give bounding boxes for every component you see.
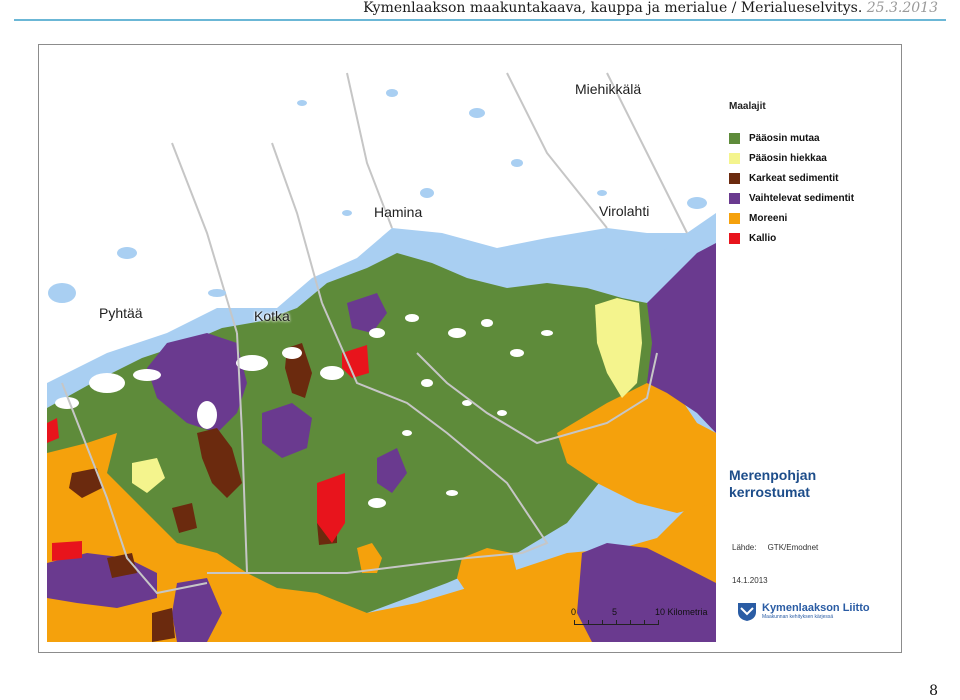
scale-tick bbox=[574, 620, 575, 625]
place-label-kotka: Kotka bbox=[254, 308, 290, 324]
legend-title: Maalajit bbox=[729, 101, 766, 112]
legend-swatch-varied bbox=[729, 192, 740, 204]
legend-swatch-sand bbox=[729, 152, 740, 164]
place-label-hamina: Hamina bbox=[374, 204, 423, 220]
map-title: Merenpohjan kerrostumat bbox=[729, 467, 816, 501]
bedrock-zone bbox=[52, 541, 82, 561]
data-source: Lähde: GTK/Emodnet bbox=[732, 543, 819, 552]
legend-item-bedrock: Kallio bbox=[729, 228, 889, 248]
kymenlaakson-liitto-logo: Kymenlaakson Liitto Maakunnan kehityksen… bbox=[736, 598, 876, 624]
scale-tick bbox=[630, 620, 631, 625]
page-number: 8 bbox=[929, 683, 938, 699]
place-label-miehikkala: Miehikkälä bbox=[575, 81, 642, 97]
legend-label-sand: Pääosin hiekkaa bbox=[749, 152, 827, 164]
coarse-sediments-zone bbox=[152, 608, 175, 642]
legend-label-mud: Pääosin mutaa bbox=[749, 132, 820, 144]
scale-tick bbox=[658, 620, 659, 625]
place-label-virolahti: Virolahti bbox=[599, 203, 650, 219]
map-title-line2: kerrostumat bbox=[729, 484, 810, 500]
page-header: Kymenlaakson maakuntakaava, kauppa ja me… bbox=[0, 0, 960, 22]
scale-bar: 0 5 10 Kilometria bbox=[571, 607, 719, 631]
document-title-text: Kymenlaakson maakuntakaava, kauppa ja me… bbox=[363, 0, 863, 16]
scale-label-10: 10 Kilometria bbox=[655, 607, 708, 617]
header-rule bbox=[14, 19, 946, 21]
place-label-pyhtaa: Pyhtää bbox=[99, 305, 143, 321]
map-legend: Maalajit Pääosin mutaa Pääosin hiekkaa K… bbox=[729, 101, 889, 248]
logo-tagline: Maakunnan kehityksen kärjessä bbox=[762, 613, 834, 620]
legend-item-coarse: Karkeat sedimentit bbox=[729, 168, 889, 188]
legend-label-coarse: Karkeat sedimentit bbox=[749, 172, 839, 184]
logo-mark-icon bbox=[738, 603, 756, 621]
legend-label-bedrock: Kallio bbox=[749, 232, 777, 244]
map-date: 14.1.2013 bbox=[732, 576, 768, 585]
seabed-sediment-map[interactable]: Miehikkälä Hamina Virolahti Pyhtää Kotka bbox=[47, 53, 716, 642]
legend-swatch-mud bbox=[729, 132, 740, 144]
scale-tick bbox=[602, 620, 603, 625]
document-date: 25.3.2013 bbox=[866, 0, 938, 16]
legend-swatch-coarse bbox=[729, 172, 740, 184]
legend-item-moraine: Moreeni bbox=[729, 208, 889, 228]
legend-item-varied: Vaihtelevat sedimentit bbox=[729, 188, 889, 208]
legend-label-moraine: Moreeni bbox=[749, 212, 788, 224]
legend-swatch-bedrock bbox=[729, 232, 740, 244]
map-title-line1: Merenpohjan bbox=[729, 467, 817, 483]
legend-item-mud: Pääosin mutaa bbox=[729, 128, 889, 148]
scale-label-5: 5 bbox=[612, 607, 618, 617]
map-graphic bbox=[47, 72, 716, 642]
map-frame: Miehikkälä Hamina Virolahti Pyhtää Kotka… bbox=[38, 44, 902, 653]
scale-tick bbox=[616, 620, 617, 625]
document-title: Kymenlaakson maakuntakaava, kauppa ja me… bbox=[363, 0, 938, 16]
scale-tick bbox=[588, 620, 589, 625]
legend-swatch-moraine bbox=[729, 212, 740, 224]
legend-item-sand: Pääosin hiekkaa bbox=[729, 148, 889, 168]
legend-label-varied: Vaihtelevat sedimentit bbox=[749, 192, 855, 204]
scale-label-0: 0 bbox=[571, 607, 577, 617]
scale-tick bbox=[644, 620, 645, 625]
logo-name: Kymenlaakson Liitto bbox=[762, 601, 870, 614]
